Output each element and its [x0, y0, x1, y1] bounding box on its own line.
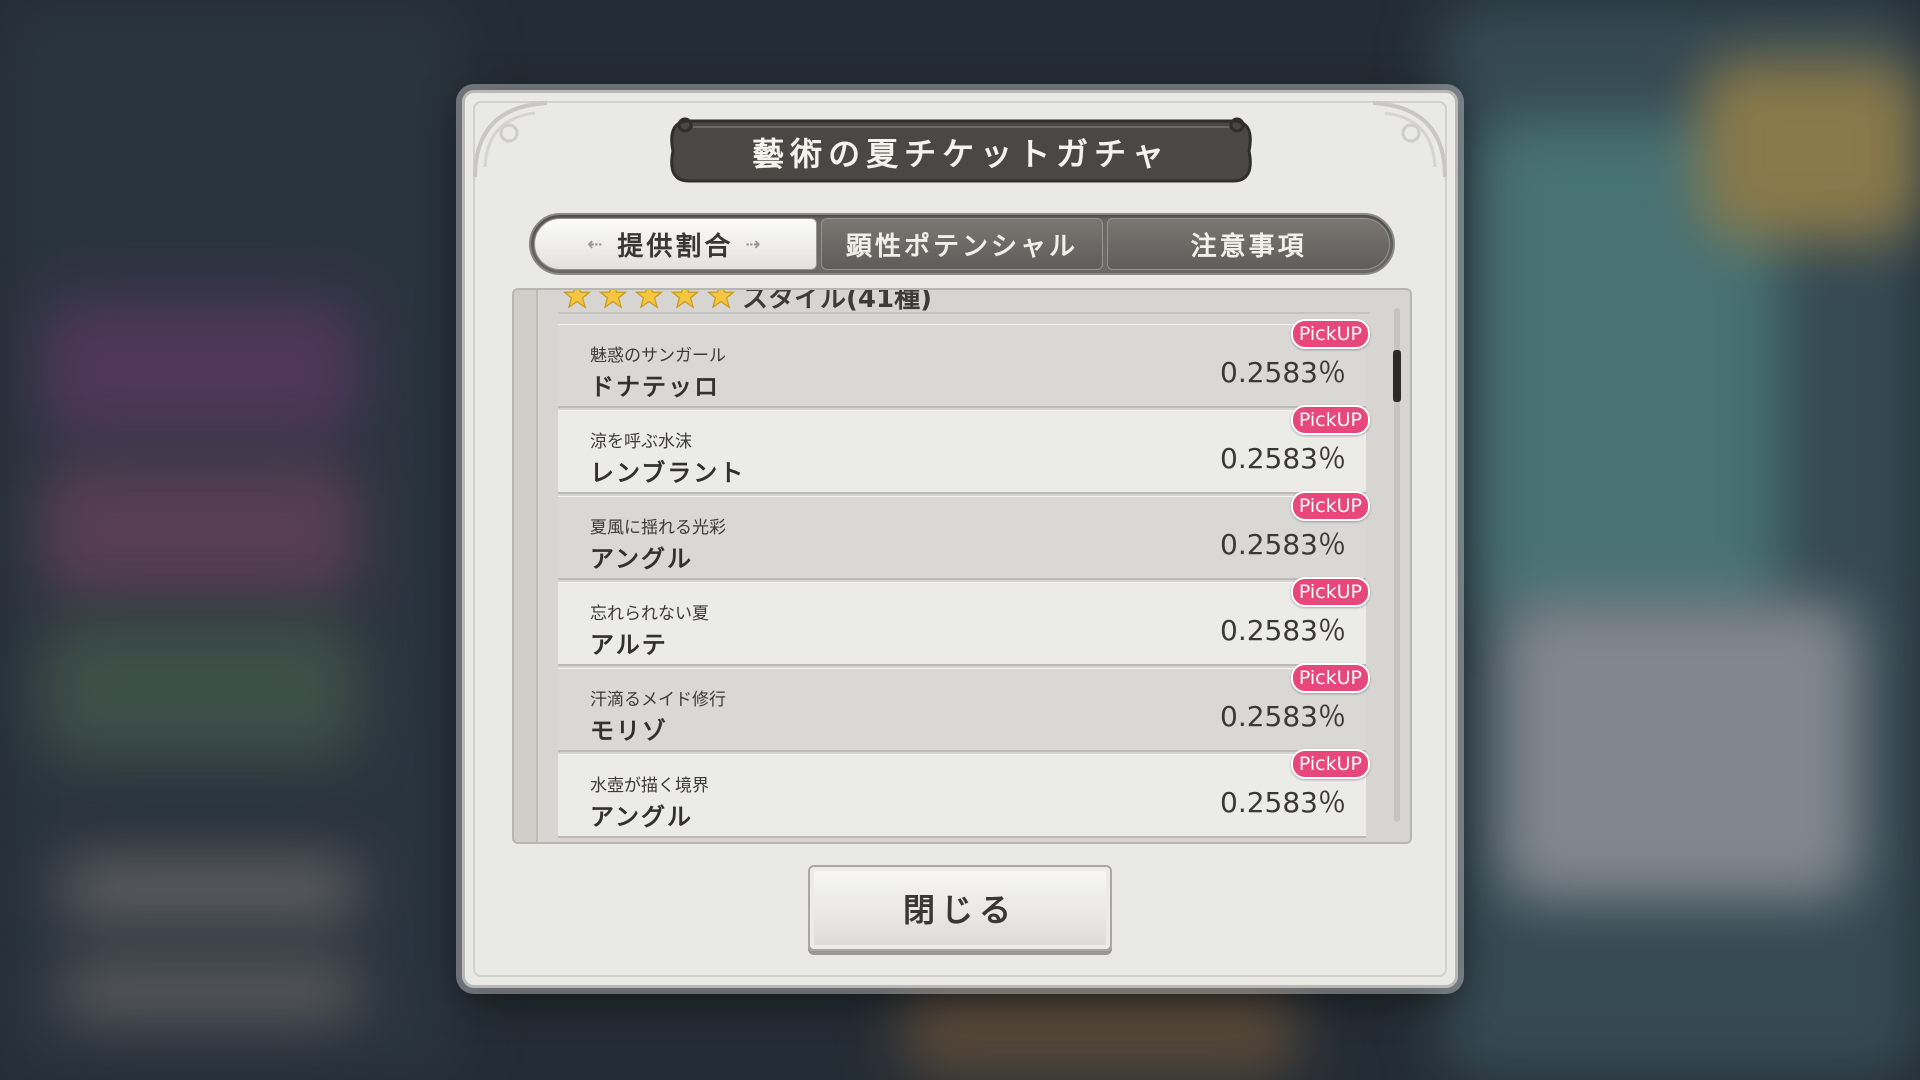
list-item: 汗滴るメイド修行 モリゾ 0.2583％ PickUP [558, 663, 1370, 752]
star-icon [706, 290, 736, 309]
rate-value: 0.2583％ [1220, 356, 1346, 389]
scrollbar-thumb[interactable] [1393, 350, 1401, 402]
style-subtitle: 汗滴るメイド修行 [590, 690, 726, 710]
arrow-right-icon: ⇢ [745, 233, 764, 255]
pickup-badge: PickUP [1290, 749, 1370, 779]
character-name: レンブラント [590, 459, 746, 487]
star-icon [634, 290, 664, 309]
star-icon [598, 290, 628, 309]
section-header: スタイル(41種) [562, 288, 932, 314]
character-name: ドナテッロ [590, 373, 720, 401]
list-item: 涼を呼ぶ水沫 レンブラント 0.2583％ PickUP [558, 405, 1370, 494]
style-subtitle: 夏風に揺れる光彩 [590, 518, 726, 538]
list-item: 夏風に揺れる光彩 アングル 0.2583％ PickUP [558, 491, 1370, 580]
rate-value: 0.2583％ [1220, 700, 1346, 733]
pickup-badge: PickUP [1290, 577, 1370, 607]
list-item: 魅惑のサンガール ドナテッロ 0.2583％ PickUP [558, 319, 1370, 408]
pickup-badge: PickUP [1290, 491, 1370, 521]
title-banner: 藝術の夏チケットガチャ [663, 115, 1259, 187]
star-icon [670, 290, 700, 309]
tab-label: 顕性ポテンシャル [846, 231, 1079, 262]
character-name: モリゾ [590, 717, 668, 745]
rate-value: 0.2583％ [1220, 786, 1346, 819]
tab-label: 提供割合 [617, 231, 734, 262]
rate-value: 0.2583％ [1220, 614, 1346, 647]
character-name: アングル [590, 545, 694, 573]
star-icon [562, 290, 592, 309]
close-button[interactable]: 閉じる [808, 865, 1112, 951]
character-name: アングル [590, 803, 694, 831]
style-subtitle: 水壺が描く境界 [590, 776, 709, 796]
style-subtitle: 魅惑のサンガール [590, 346, 726, 366]
rate-rows: 魅惑のサンガール ドナテッロ 0.2583％ PickUP 涼を呼ぶ水沫 レンブ… [558, 319, 1370, 840]
tab-rates[interactable]: ⇠ 提供割合 ⇢ [534, 218, 817, 270]
gacha-rate-modal: 藝術の夏チケットガチャ ⇠ 提供割合 ⇢ 顕性ポテンシャル 注意事項 スタイル(… [462, 90, 1458, 988]
pickup-badge: PickUP [1290, 319, 1370, 349]
arrow-left-icon: ⇠ [587, 233, 606, 255]
pickup-badge: PickUP [1290, 663, 1370, 693]
style-subtitle: 忘れられない夏 [590, 604, 709, 624]
panel-rail [514, 290, 538, 842]
corner-ornament-icon [473, 101, 548, 178]
list-item: 水壺が描く境界 アングル 0.2583％ PickUP [558, 749, 1370, 838]
tab-notes[interactable]: 注意事項 [1107, 218, 1391, 270]
pickup-badge: PickUP [1290, 405, 1370, 435]
character-name: アルテ [590, 631, 668, 659]
style-subtitle: 涼を呼ぶ水沫 [590, 432, 692, 452]
modal-title: 藝術の夏チケットガチャ [752, 135, 1170, 173]
rate-list-panel[interactable]: スタイル(41種) 魅惑のサンガール ドナテッロ 0.2583％ PickUP … [512, 288, 1412, 844]
rate-value: 0.2583％ [1220, 528, 1346, 561]
corner-ornament-icon [1372, 101, 1447, 178]
section-label: スタイル(41種) [742, 288, 932, 314]
rate-value: 0.2583％ [1220, 442, 1346, 475]
tab-label: 注意事項 [1190, 231, 1307, 262]
tab-potential[interactable]: 顕性ポテンシャル [820, 218, 1104, 270]
tab-bar: ⇠ 提供割合 ⇢ 顕性ポテンシャル 注意事項 [529, 213, 1395, 275]
list-item: 忘れられない夏 アルテ 0.2583％ PickUP [558, 577, 1370, 666]
